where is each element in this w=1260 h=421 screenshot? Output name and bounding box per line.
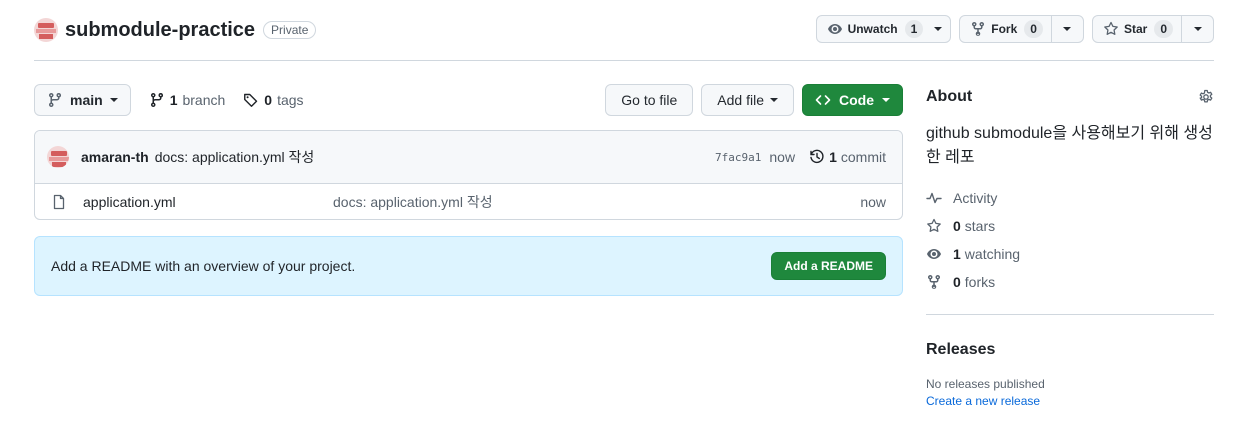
fork-icon [972,21,985,37]
fork-icon [928,274,940,290]
eye-icon [927,249,941,259]
add-file-button[interactable]: Add file [701,84,794,116]
add-file-label: Add file [717,92,764,108]
repo-header: submodule-practice Private Unwatch 1 For… [34,14,1214,46]
commit-count: 1 [829,149,837,165]
file-time: now [860,194,886,210]
fork-button[interactable]: Fork 0 [960,16,1051,42]
chevron-down-icon [1063,27,1072,31]
tags-link[interactable]: 0 tags [243,92,304,108]
repo-name[interactable]: submodule-practice [65,19,255,42]
sidebar-divider [926,314,1214,315]
go-to-file-button[interactable]: Go to file [605,84,694,116]
branch-name: main [70,92,103,108]
watching-link[interactable]: 1 watching [926,240,1214,268]
repo-actions: Unwatch 1 Fork 0 Star 0 [815,15,1214,43]
header-divider [34,60,1214,61]
tag-count: 0 [264,92,273,108]
branches-link[interactable]: 1 branch [149,92,226,108]
create-release-link[interactable]: Create a new release [926,394,1214,408]
star-icon [927,218,941,232]
about-sidebar: About github submodule을 사용해보기 위해 생성한 레포 … [926,84,1214,408]
gear-icon[interactable] [1198,89,1214,105]
activity-link[interactable]: Activity [926,184,1214,212]
forks-word: forks [964,274,996,290]
star-button[interactable]: Star 0 [1093,16,1181,42]
owner-avatar[interactable] [34,18,58,42]
readme-banner: Add a README with an overview of your pr… [34,236,903,296]
repo-description: github submodule을 사용해보기 위해 생성한 레포 [926,125,1213,166]
branch-word: branch [182,92,226,108]
fork-dropdown[interactable] [1050,16,1083,42]
stars-word: stars [964,218,996,234]
visibility-badge: Private [263,21,317,39]
history-icon [810,149,824,164]
star-label: Star [1123,22,1148,36]
commit-author-avatar[interactable] [47,146,69,168]
releases-title[interactable]: Releases [926,341,1214,359]
commit-time: now [769,149,796,165]
forks-count: 0 [953,274,961,290]
code-label: Code [839,92,874,108]
stars-count: 0 [953,218,961,234]
branch-count: 1 [169,92,178,108]
watching-word: watching [964,246,1021,262]
latest-commit-row: amaran-th docs: application.yml 작성 7fac9… [35,131,902,184]
fork-label: Fork [991,22,1018,36]
tag-icon [244,93,258,107]
file-name[interactable]: application.yml [83,194,333,210]
star-icon [1104,21,1118,35]
chevron-down-icon [770,98,778,102]
watch-counter: 1 [904,20,924,38]
code-icon [815,95,831,105]
repo-toolbar: main 1 branch 0 tags Go to file Add file… [34,84,903,116]
add-readme-button[interactable]: Add a README [771,252,886,280]
pulse-icon [926,192,942,204]
branch-icon [150,92,163,108]
eye-icon [827,24,842,34]
forks-link[interactable]: 0 forks [926,268,1214,296]
chevron-down-icon [934,27,943,31]
chevron-down-icon [882,98,890,102]
no-releases-text: No releases published [926,377,1045,391]
branch-selector[interactable]: main [34,84,131,116]
commit-sha[interactable]: 7fac9a1 [715,151,761,164]
readme-banner-text: Add a README with an overview of your pr… [51,258,356,274]
star-counter: 0 [1154,20,1173,38]
star-dropdown[interactable] [1181,16,1213,42]
commit-word: commit [840,149,886,165]
code-button[interactable]: Code [802,84,903,116]
commit-author[interactable]: amaran-th [81,149,149,165]
file-commit-message[interactable]: docs: application.yml 작성 [333,192,493,212]
activity-label: Activity [953,190,998,206]
file-listing: amaran-th docs: application.yml 작성 7fac9… [34,130,903,220]
stars-link[interactable]: 0 stars [926,212,1214,240]
commits-history-link[interactable]: 1 commit [809,149,886,165]
fork-counter: 0 [1024,20,1043,38]
file-icon [53,194,65,210]
fork-button-group: Fork 0 [959,15,1084,43]
chevron-down-icon [109,98,118,102]
branch-icon [49,92,61,108]
watching-count: 1 [953,246,961,262]
star-button-group: Star 0 [1091,15,1214,43]
file-row[interactable]: application.yml docs: application.yml 작성… [35,184,902,219]
chevron-down-icon [1193,27,1202,31]
commit-message[interactable]: docs: application.yml 작성 [155,147,315,167]
about-title: About [926,88,973,105]
unwatch-label: Unwatch [847,22,898,36]
tag-word: tags [277,92,304,108]
unwatch-button[interactable]: Unwatch 1 [815,15,952,43]
